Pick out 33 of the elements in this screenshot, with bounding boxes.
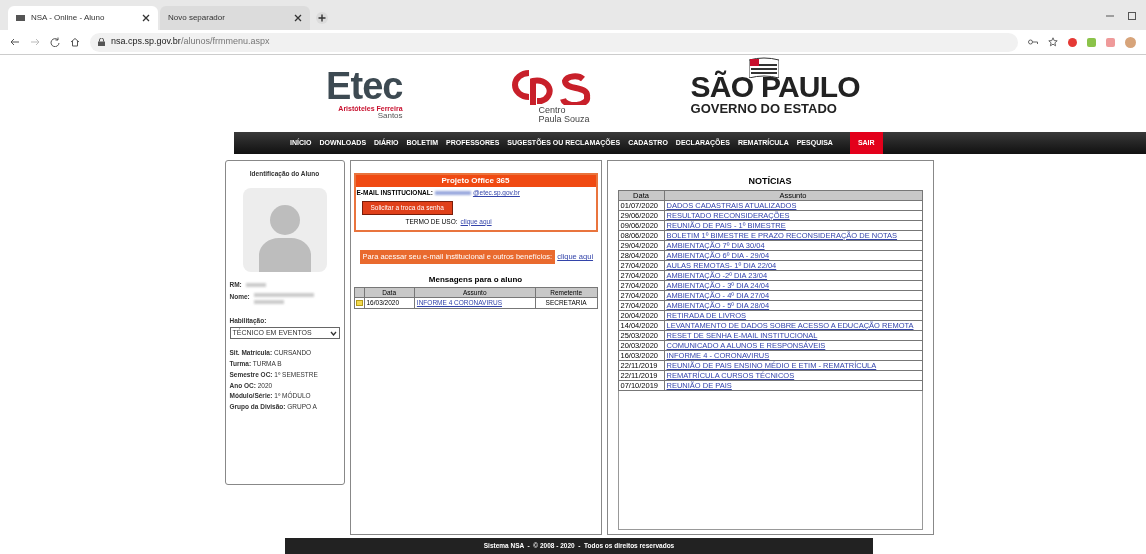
browser-tab[interactable]: NSA - Online - Aluno bbox=[8, 6, 158, 30]
key-icon[interactable] bbox=[1028, 38, 1038, 46]
address-field[interactable]: nsa.cps.sp.gov.br/alunos/frmmenu.aspx bbox=[90, 32, 1018, 52]
redacted-text bbox=[253, 292, 314, 297]
lock-icon bbox=[98, 38, 105, 46]
back-arrow-icon[interactable] bbox=[10, 37, 20, 47]
chevron-down-icon bbox=[329, 330, 337, 336]
site-icon bbox=[16, 15, 25, 21]
home-icon[interactable] bbox=[70, 37, 80, 47]
etec-logo-text: Etec bbox=[326, 67, 403, 105]
close-icon[interactable] bbox=[142, 14, 150, 22]
reload-icon[interactable] bbox=[50, 37, 60, 47]
city-name: Santos bbox=[377, 112, 403, 120]
new-tab-icon[interactable] bbox=[316, 12, 328, 24]
section-title: NOTÍCIAS bbox=[747, 175, 793, 188]
tab-title: NSA - Online - Aluno bbox=[31, 12, 106, 24]
state-name: SÃO PAULO bbox=[690, 72, 860, 102]
logo-caption: Centro bbox=[538, 106, 567, 115]
browser-tab[interactable]: Novo separador bbox=[160, 6, 310, 30]
avatar-placeholder-icon bbox=[242, 187, 327, 272]
maximize-icon[interactable] bbox=[1128, 12, 1136, 20]
redacted-text bbox=[434, 190, 471, 195]
redacted-text bbox=[253, 299, 284, 304]
state-subtitle: GOVERNO DO ESTADO bbox=[690, 102, 837, 115]
star-icon[interactable] bbox=[1048, 37, 1058, 47]
redacted-text bbox=[245, 282, 266, 287]
message-icon bbox=[355, 300, 363, 307]
logo-caption: Paula Souza bbox=[538, 115, 591, 124]
section-title: Mensagens para o aluno bbox=[427, 273, 524, 286]
box-title: Projeto Office 365 bbox=[355, 175, 596, 187]
close-icon[interactable] bbox=[294, 14, 302, 22]
tab-title: Novo separador bbox=[168, 12, 226, 24]
url-text: nsa.cps.sp.gov.br/alunos/frmmenu.aspx bbox=[111, 35, 270, 49]
